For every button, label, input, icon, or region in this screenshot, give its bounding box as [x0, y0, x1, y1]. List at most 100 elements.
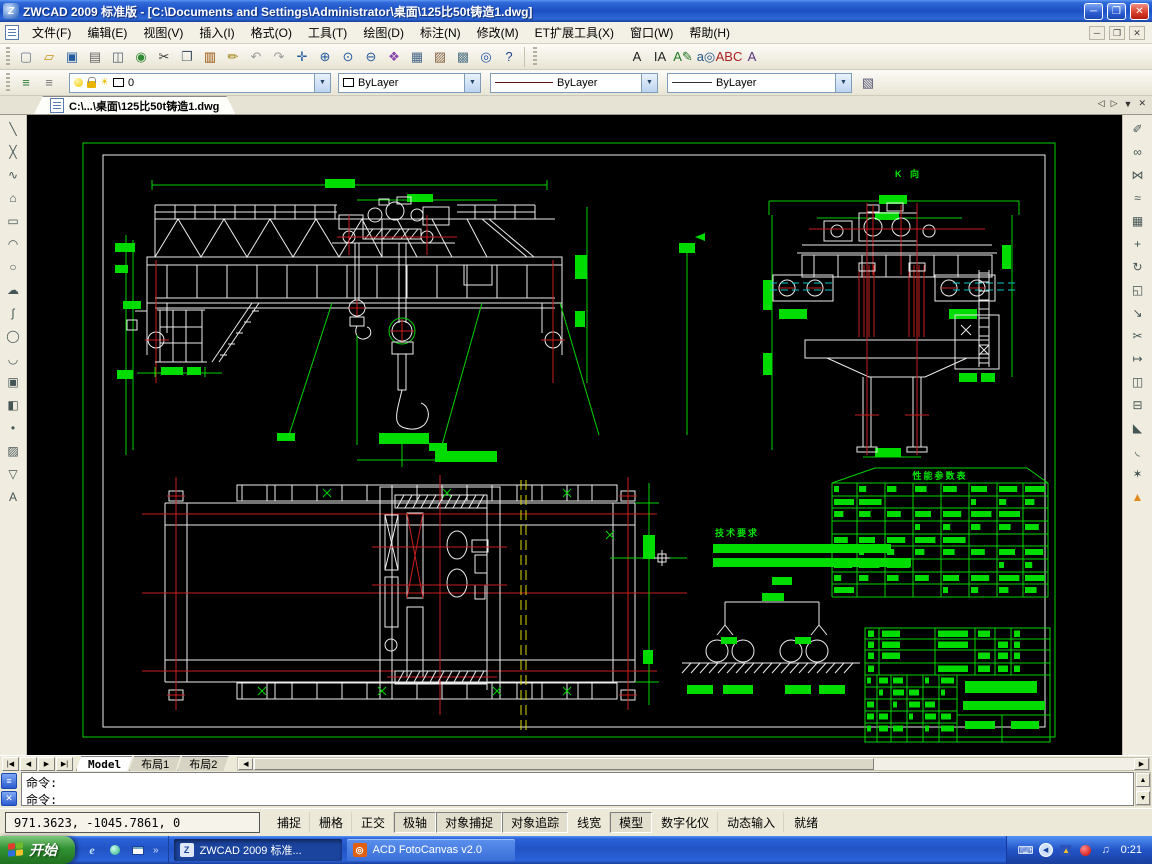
- tab-scroll-right-icon[interactable]: ▷: [1111, 98, 1118, 109]
- toggle-8[interactable]: 数字化仪: [652, 812, 718, 833]
- find-icon[interactable]: ◎: [475, 46, 497, 68]
- open-icon[interactable]: ▱: [38, 46, 60, 68]
- construction-line-icon[interactable]: ╳: [2, 140, 25, 163]
- explode-icon[interactable]: ✶: [1126, 462, 1149, 485]
- alert-tray-icon[interactable]: ▲: [1059, 843, 1073, 857]
- spline-icon[interactable]: ʃ: [2, 301, 25, 324]
- revision-cloud-icon[interactable]: ☁: [2, 278, 25, 301]
- show-desktop-icon[interactable]: [130, 842, 146, 858]
- scrollbar-thumb[interactable]: [254, 758, 874, 770]
- tab-nav-3[interactable]: ▶|: [56, 757, 73, 771]
- command-scrollbar[interactable]: ▲ ▼: [1135, 772, 1151, 806]
- collapse-chevron-icon[interactable]: ◀: [1039, 843, 1053, 857]
- menu-item-9[interactable]: ET扩展工具(X): [527, 21, 622, 44]
- stretch-icon[interactable]: ↘: [1126, 301, 1149, 324]
- match-properties-icon[interactable]: ✏: [222, 46, 244, 68]
- document-tab[interactable]: C:\...\桌面\125比50t铸造1.dwg: [34, 96, 235, 114]
- layer-dropdown[interactable]: ☀ 0 ▼: [69, 73, 331, 93]
- tab-nav-1[interactable]: ◀: [20, 757, 37, 771]
- menu-item-11[interactable]: 帮助(H): [681, 21, 738, 44]
- polygon-icon[interactable]: ⌂: [2, 186, 25, 209]
- toggle-1[interactable]: 栅格: [310, 812, 352, 833]
- lineweight-dropdown[interactable]: ByLayer ▼: [667, 73, 852, 93]
- messenger-icon[interactable]: [107, 842, 123, 858]
- task-fotocanvas[interactable]: ◎ ACD FotoCanvas v2.0: [347, 839, 515, 861]
- toggle-6[interactable]: 线宽: [568, 812, 610, 833]
- scale-icon[interactable]: ◱: [1126, 278, 1149, 301]
- copy-object-icon[interactable]: ∞: [1126, 140, 1149, 163]
- edit-text-icon[interactable]: A✎: [672, 46, 694, 68]
- save-icon[interactable]: ▣: [61, 46, 83, 68]
- hatch-icon[interactable]: ▨: [2, 439, 25, 462]
- rectangle-icon[interactable]: ▭: [2, 209, 25, 232]
- paste-icon[interactable]: ▥: [199, 46, 221, 68]
- arc-icon[interactable]: ◠: [2, 232, 25, 255]
- dropdown-arrow-icon[interactable]: ▼: [314, 74, 330, 92]
- command-close-button[interactable]: ✕: [1, 791, 17, 807]
- toolbar-drag-handle[interactable]: [533, 47, 537, 67]
- move-icon[interactable]: +: [1126, 232, 1149, 255]
- calculator-icon[interactable]: ▩: [452, 46, 474, 68]
- fillet-icon[interactable]: ◟: [1126, 439, 1149, 462]
- region-icon[interactable]: ▽: [2, 462, 25, 485]
- tab-scroll-left-icon[interactable]: ◁: [1098, 98, 1105, 109]
- menu-item-0[interactable]: 文件(F): [24, 21, 79, 44]
- menu-item-10[interactable]: 窗口(W): [622, 21, 681, 44]
- menu-item-5[interactable]: 工具(T): [300, 21, 355, 44]
- zoom-realtime-icon[interactable]: ⊙: [337, 46, 359, 68]
- menu-item-7[interactable]: 标注(N): [412, 21, 469, 44]
- menu-item-2[interactable]: 视图(V): [135, 21, 191, 44]
- close-button[interactable]: ✕: [1130, 3, 1149, 20]
- single-text-icon[interactable]: IA: [649, 46, 671, 68]
- toggle-2[interactable]: 正交: [352, 812, 394, 833]
- internet-explorer-icon[interactable]: e: [84, 842, 100, 858]
- offset-icon[interactable]: ≈: [1126, 186, 1149, 209]
- child-close-button[interactable]: ✕: [1129, 26, 1145, 40]
- insert-block-icon[interactable]: ▣: [2, 370, 25, 393]
- toolbar-drag-handle[interactable]: [6, 47, 10, 67]
- toggle-0[interactable]: 捕捉: [268, 812, 310, 833]
- child-minimize-button[interactable]: ─: [1089, 26, 1105, 40]
- break-icon[interactable]: ◫: [1126, 370, 1149, 393]
- spell-check-icon[interactable]: ABC: [718, 46, 740, 68]
- menu-item-4[interactable]: 格式(O): [243, 21, 300, 44]
- help-icon[interactable]: ?: [498, 46, 520, 68]
- erase-icon[interactable]: ✐: [1126, 117, 1149, 140]
- toggle-4[interactable]: 对象捕捉: [436, 812, 502, 833]
- undo-icon[interactable]: ↶: [245, 46, 267, 68]
- layout-tab-布局1[interactable]: 布局1: [129, 756, 181, 771]
- dropdown-arrow-icon[interactable]: ▼: [835, 74, 851, 92]
- menu-item-3[interactable]: 插入(I): [191, 21, 242, 44]
- toggle-9[interactable]: 动态输入: [718, 812, 784, 833]
- start-button[interactable]: 开始: [0, 836, 75, 864]
- scroll-right-icon[interactable]: ▶: [1134, 758, 1149, 770]
- array-icon[interactable]: ▦: [1126, 209, 1149, 232]
- design-center-icon[interactable]: ❖: [383, 46, 405, 68]
- tab-nav-2[interactable]: ▶: [38, 757, 55, 771]
- toggle-5[interactable]: 对象追踪: [502, 812, 568, 833]
- quick-launch-overflow-icon[interactable]: »: [153, 845, 159, 856]
- tab-close-icon[interactable]: ✕: [1138, 98, 1146, 109]
- command-input[interactable]: 命令: 命令:: [21, 772, 1134, 806]
- layer-states-icon[interactable]: ≡: [38, 72, 60, 94]
- mtext-icon[interactable]: A: [626, 46, 648, 68]
- rotate-icon[interactable]: ↻: [1126, 255, 1149, 278]
- print-preview-icon[interactable]: ◫: [107, 46, 129, 68]
- drawing-canvas[interactable]: K 向: [27, 115, 1122, 755]
- make-block-icon[interactable]: ◧: [2, 393, 25, 416]
- toggle-3[interactable]: 极轴: [394, 812, 436, 833]
- find-text-icon[interactable]: a◎: [695, 46, 717, 68]
- cut-icon[interactable]: ✂: [153, 46, 175, 68]
- extend-icon[interactable]: ↦: [1126, 347, 1149, 370]
- trim-icon[interactable]: ✂: [1126, 324, 1149, 347]
- text-style-icon[interactable]: A: [741, 46, 763, 68]
- menu-item-6[interactable]: 绘图(D): [355, 21, 412, 44]
- new-icon[interactable]: ▢: [15, 46, 37, 68]
- polyline-icon[interactable]: ∿: [2, 163, 25, 186]
- print-icon[interactable]: ▤: [84, 46, 106, 68]
- break-at-point-icon[interactable]: ⊟: [1126, 393, 1149, 416]
- scroll-down-icon[interactable]: ▼: [1136, 791, 1150, 805]
- command-history-button[interactable]: ≡: [1, 773, 17, 789]
- multiline-text-icon[interactable]: A: [2, 485, 25, 508]
- copy-icon[interactable]: ❐: [176, 46, 198, 68]
